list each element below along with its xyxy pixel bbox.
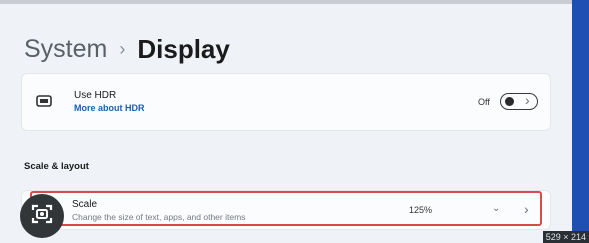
breadcrumb-system[interactable]: System bbox=[24, 35, 107, 64]
image-size-badge: 529 × 214 bbox=[542, 231, 589, 243]
page-title: Display bbox=[137, 33, 230, 64]
screen-capture-icon bbox=[30, 202, 54, 231]
use-hdr-title: Use HDR bbox=[74, 90, 117, 101]
hdr-state-label: Off bbox=[478, 97, 490, 107]
breadcrumb-separator: › bbox=[119, 38, 126, 59]
scale-highlight-box bbox=[30, 191, 542, 226]
screen-capture-button[interactable] bbox=[20, 194, 64, 238]
breadcrumb: System › Display bbox=[24, 30, 230, 68]
hdr-toggle[interactable] bbox=[500, 93, 538, 110]
more-about-hdr-link[interactable]: More about HDR bbox=[74, 103, 145, 113]
background-window-strip bbox=[572, 0, 589, 243]
chevron-right-icon[interactable]: › bbox=[525, 92, 530, 108]
section-scale-layout: Scale & layout bbox=[24, 161, 89, 172]
monitor-icon bbox=[36, 94, 52, 112]
toggle-knob bbox=[505, 96, 514, 106]
settings-window: System › Display Use HDR More about HDR … bbox=[0, 0, 572, 243]
use-hdr-card[interactable]: Use HDR More about HDR Off › bbox=[22, 74, 550, 130]
